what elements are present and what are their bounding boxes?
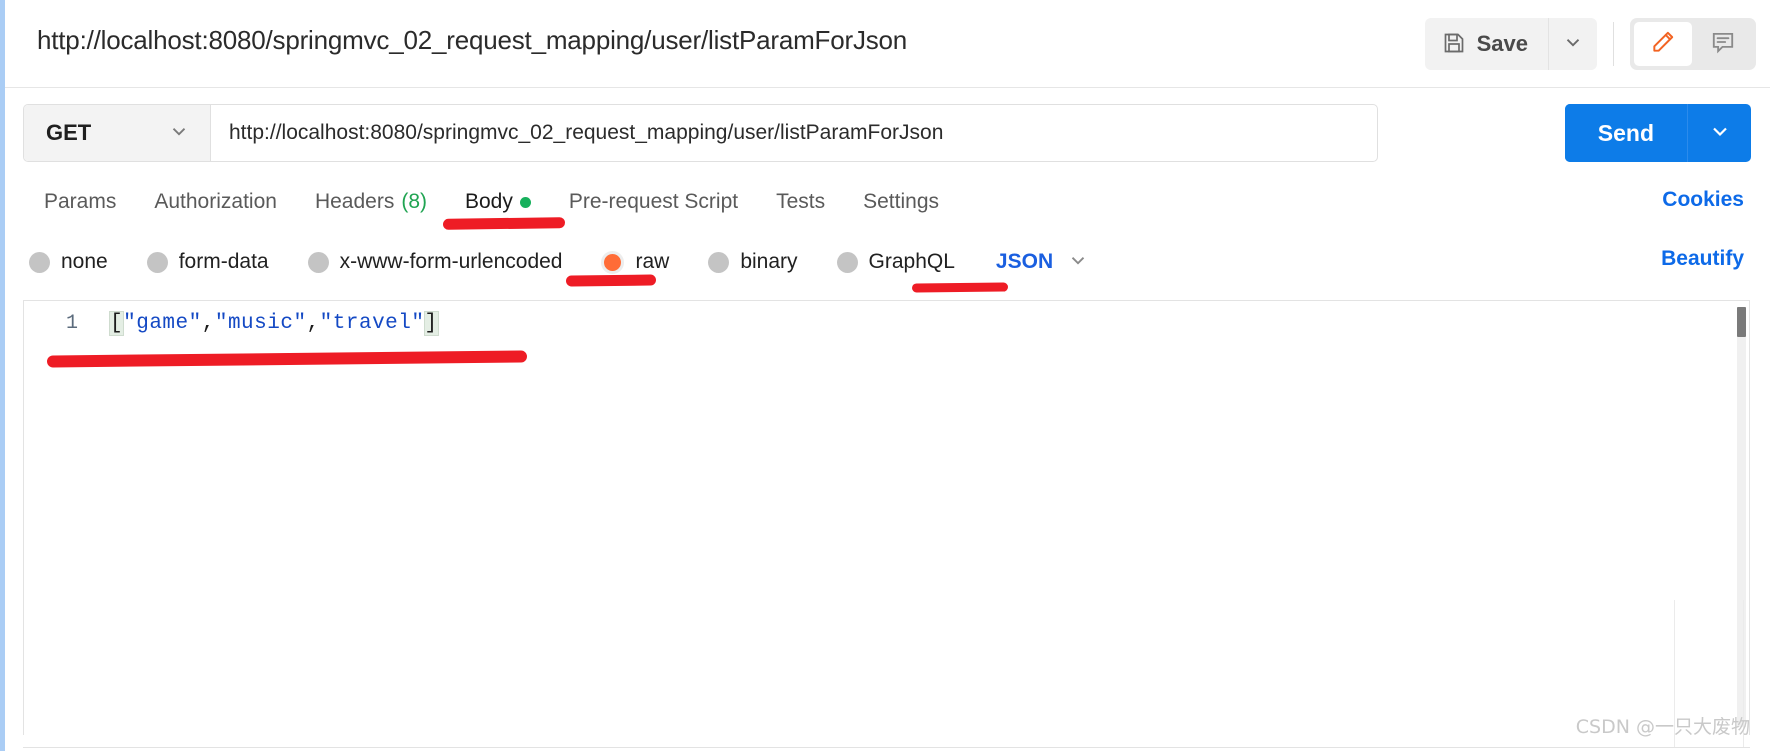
request-tabs: Params Authorization Headers (8) Body Pr…	[25, 176, 958, 228]
url-input[interactable]	[211, 105, 1377, 161]
editor-scrollbar-thumb[interactable]	[1737, 307, 1746, 337]
tab-settings[interactable]: Settings	[844, 190, 958, 214]
save-button[interactable]: Save	[1424, 18, 1549, 70]
editor-scrollbar-track[interactable]	[1737, 307, 1746, 727]
tab-headers-count: (8)	[401, 190, 427, 213]
tab-settings-label: Settings	[863, 190, 940, 213]
radio-icon	[146, 251, 168, 273]
body-mode-none[interactable]: none	[29, 250, 127, 274]
radio-icon	[29, 251, 50, 273]
radio-icon	[836, 251, 858, 273]
url-bar-row: GET Send	[5, 88, 1770, 176]
postman-request-window: http://localhost:8080/springmvc_02_reque…	[0, 0, 1770, 751]
view-toggle-group	[1630, 18, 1756, 70]
body-mode-raw-label: raw	[635, 250, 670, 273]
send-options-caret[interactable]	[1688, 104, 1751, 162]
json-string-game: "game"	[123, 312, 202, 335]
json-string-travel: "travel"	[319, 312, 425, 335]
body-mode-graphql-label: GraphQL	[868, 250, 955, 273]
chevron-down-icon	[168, 120, 190, 147]
body-mode-row: none form-data x-www-form-urlencoded raw…	[5, 234, 1770, 290]
tab-params[interactable]: Params	[25, 190, 135, 214]
save-options-caret[interactable]	[1549, 18, 1597, 70]
radio-icon	[708, 251, 730, 273]
send-button-group: Send	[1564, 104, 1751, 162]
body-mode-form-data-label: form-data	[178, 250, 269, 273]
body-has-content-dot-icon	[519, 196, 531, 208]
comments-button[interactable]	[1694, 22, 1752, 66]
json-comma-2: ,	[306, 312, 320, 335]
tab-tests[interactable]: Tests	[757, 190, 844, 214]
json-comma-1: ,	[201, 312, 215, 335]
editor-code-line[interactable]: ["game","music","travel"]	[108, 311, 439, 336]
tab-params-label: Params	[44, 190, 117, 213]
raw-format-label: JSON	[995, 250, 1054, 273]
editor-bottom-border	[23, 747, 1750, 748]
tab-pre-request-script[interactable]: Pre-request Script	[550, 190, 757, 214]
body-mode-binary-label: binary	[740, 250, 798, 273]
tab-tests-label: Tests	[776, 190, 826, 213]
cookies-link[interactable]: Cookies	[1662, 188, 1744, 212]
tab-body[interactable]: Body	[446, 190, 550, 214]
header-actions: Save	[1424, 14, 1756, 74]
edit-mode-button[interactable]	[1634, 22, 1692, 66]
header-divider	[1613, 22, 1614, 66]
radio-icon	[307, 251, 329, 273]
chevron-down-icon	[1708, 119, 1732, 148]
body-mode-x-www-form-urlencoded[interactable]: x-www-form-urlencoded	[307, 250, 582, 274]
tab-authorization[interactable]: Authorization	[135, 190, 296, 214]
body-mode-none-label: none	[61, 250, 108, 273]
request-body-editor[interactable]: 1 ["game","music","travel"]	[23, 300, 1750, 735]
json-string-music: "music"	[214, 312, 307, 335]
save-button-group: Save	[1424, 18, 1597, 70]
editor-gutter: 1	[24, 301, 90, 735]
radio-selected-icon	[601, 250, 625, 274]
floppy-disk-icon	[1442, 31, 1466, 58]
json-open-bracket: [	[108, 311, 125, 336]
raw-format-select[interactable]: JSON	[996, 249, 1089, 276]
pencil-icon	[1650, 29, 1676, 60]
body-mode-radio-group: none form-data x-www-form-urlencoded raw…	[29, 234, 1089, 290]
body-mode-binary[interactable]: binary	[708, 250, 816, 274]
http-method-select[interactable]: GET	[24, 105, 211, 161]
line-number: 1	[65, 312, 78, 335]
tab-headers[interactable]: Headers (8)	[296, 190, 446, 214]
tab-authorization-label: Authorization	[154, 190, 277, 213]
save-label: Save	[1476, 31, 1528, 56]
request-tabs-row: Params Authorization Headers (8) Body Pr…	[5, 176, 1770, 228]
chevron-down-icon	[1067, 249, 1089, 276]
chevron-down-icon	[1562, 31, 1584, 58]
beautify-link[interactable]: Beautify	[1661, 247, 1744, 271]
tab-body-label: Body	[465, 190, 513, 213]
http-method-label: GET	[46, 120, 92, 145]
body-mode-form-data[interactable]: form-data	[146, 250, 288, 274]
url-bar: GET	[23, 104, 1378, 162]
comment-icon	[1710, 29, 1736, 60]
body-mode-graphql[interactable]: GraphQL	[836, 250, 974, 274]
body-mode-raw[interactable]: raw	[601, 250, 688, 274]
request-title: http://localhost:8080/springmvc_02_reque…	[37, 25, 908, 55]
send-button[interactable]: Send	[1564, 104, 1688, 162]
request-header-bar: http://localhost:8080/springmvc_02_reque…	[5, 0, 1770, 88]
json-close-bracket: ]	[423, 311, 439, 336]
tab-pre-request-script-label: Pre-request Script	[568, 190, 739, 213]
tab-headers-label: Headers	[314, 190, 395, 213]
watermark: CSDN @一只大废物	[1575, 716, 1750, 738]
body-mode-x-www-form-urlencoded-label: x-www-form-urlencoded	[339, 250, 563, 273]
